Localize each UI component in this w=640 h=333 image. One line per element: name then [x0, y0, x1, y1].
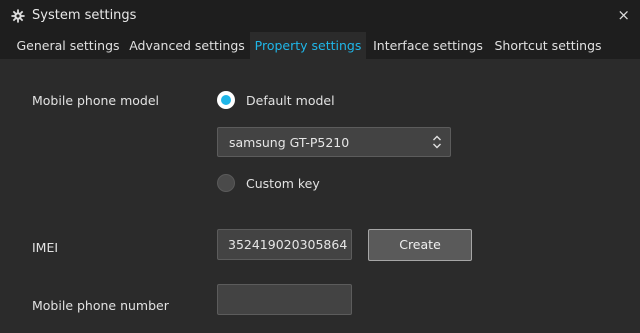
- tab-general-settings[interactable]: General settings: [12, 32, 124, 59]
- phone-model-value: samsung GT-P5210: [229, 135, 350, 150]
- gear-icon: [11, 9, 25, 23]
- tab-property-settings[interactable]: Property settings: [250, 32, 366, 59]
- phone-model-select[interactable]: samsung GT-P5210: [217, 127, 451, 157]
- close-icon[interactable]: ×: [617, 6, 630, 24]
- tab-advanced-settings[interactable]: Advanced settings: [126, 32, 248, 59]
- create-button[interactable]: Create: [368, 229, 472, 261]
- title-bar: System settings ×: [0, 0, 640, 32]
- mobile-phone-number-label: Mobile phone number: [32, 298, 169, 313]
- tab-interface-settings[interactable]: Interface settings: [368, 32, 488, 59]
- mobile-phone-model-label: Mobile phone model: [32, 93, 159, 108]
- custom-key-radio[interactable]: [217, 174, 235, 192]
- default-model-label[interactable]: Default model: [246, 93, 335, 108]
- mobile-phone-number-field[interactable]: [217, 284, 352, 315]
- default-model-radio[interactable]: [217, 91, 235, 109]
- custom-key-label[interactable]: Custom key: [246, 176, 320, 191]
- imei-label: IMEI: [32, 240, 59, 255]
- imei-field[interactable]: 352419020305864: [217, 229, 352, 260]
- tab-shortcut-settings[interactable]: Shortcut settings: [490, 32, 606, 59]
- tab-bar: General settings Advanced settings Prope…: [0, 32, 640, 59]
- updown-chevron-icon: [433, 135, 441, 149]
- window-title: System settings: [32, 8, 137, 23]
